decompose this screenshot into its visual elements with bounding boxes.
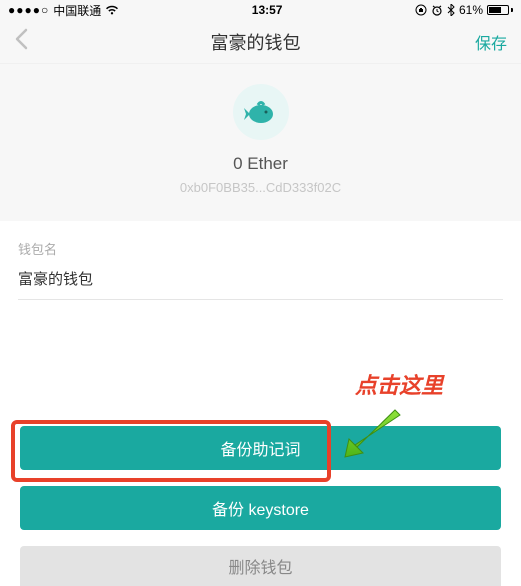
- status-bar: ●●●●○ 中国联通 13:57 61%: [0, 0, 521, 20]
- clock-label: 13:57: [252, 3, 283, 17]
- battery-percent-label: 61%: [459, 3, 483, 17]
- wallet-address: 0xb0F0BB35...CdD333f02C: [0, 180, 521, 195]
- fish-icon: [244, 98, 278, 126]
- orientation-lock-icon: [415, 4, 427, 16]
- wallet-header: 0 Ether 0xb0F0BB35...CdD333f02C: [0, 64, 521, 221]
- wallet-name-label: 钱包名: [18, 239, 503, 258]
- battery-icon: [487, 5, 513, 15]
- backup-keystore-button[interactable]: 备份 keystore: [20, 486, 501, 530]
- save-button[interactable]: 保存: [467, 30, 507, 54]
- wallet-name-input[interactable]: 富豪的钱包: [18, 268, 503, 300]
- wifi-icon: [105, 5, 119, 15]
- back-button[interactable]: [14, 28, 44, 55]
- wallet-name-section: 钱包名 富豪的钱包: [0, 221, 521, 300]
- action-buttons: 备份助记词 备份 keystore 删除钱包: [0, 426, 521, 586]
- backup-mnemonic-button[interactable]: 备份助记词: [20, 426, 501, 470]
- carrier-label: 中国联通: [53, 2, 101, 19]
- wallet-avatar: [233, 84, 289, 140]
- bluetooth-icon: [447, 4, 455, 16]
- status-left: ●●●●○ 中国联通: [8, 2, 119, 19]
- nav-bar: 富豪的钱包 保存: [0, 20, 521, 64]
- status-right: 61%: [415, 3, 513, 17]
- annotation-arrow-icon: [335, 405, 405, 470]
- balance-label: 0 Ether: [0, 154, 521, 174]
- chevron-left-icon: [14, 28, 28, 50]
- page-title: 富豪的钱包: [211, 29, 301, 55]
- alarm-icon: [431, 4, 443, 16]
- delete-wallet-button[interactable]: 删除钱包: [20, 546, 501, 586]
- signal-strength-icon: ●●●●○: [8, 3, 49, 17]
- annotation-text: 点击这里: [355, 368, 443, 400]
